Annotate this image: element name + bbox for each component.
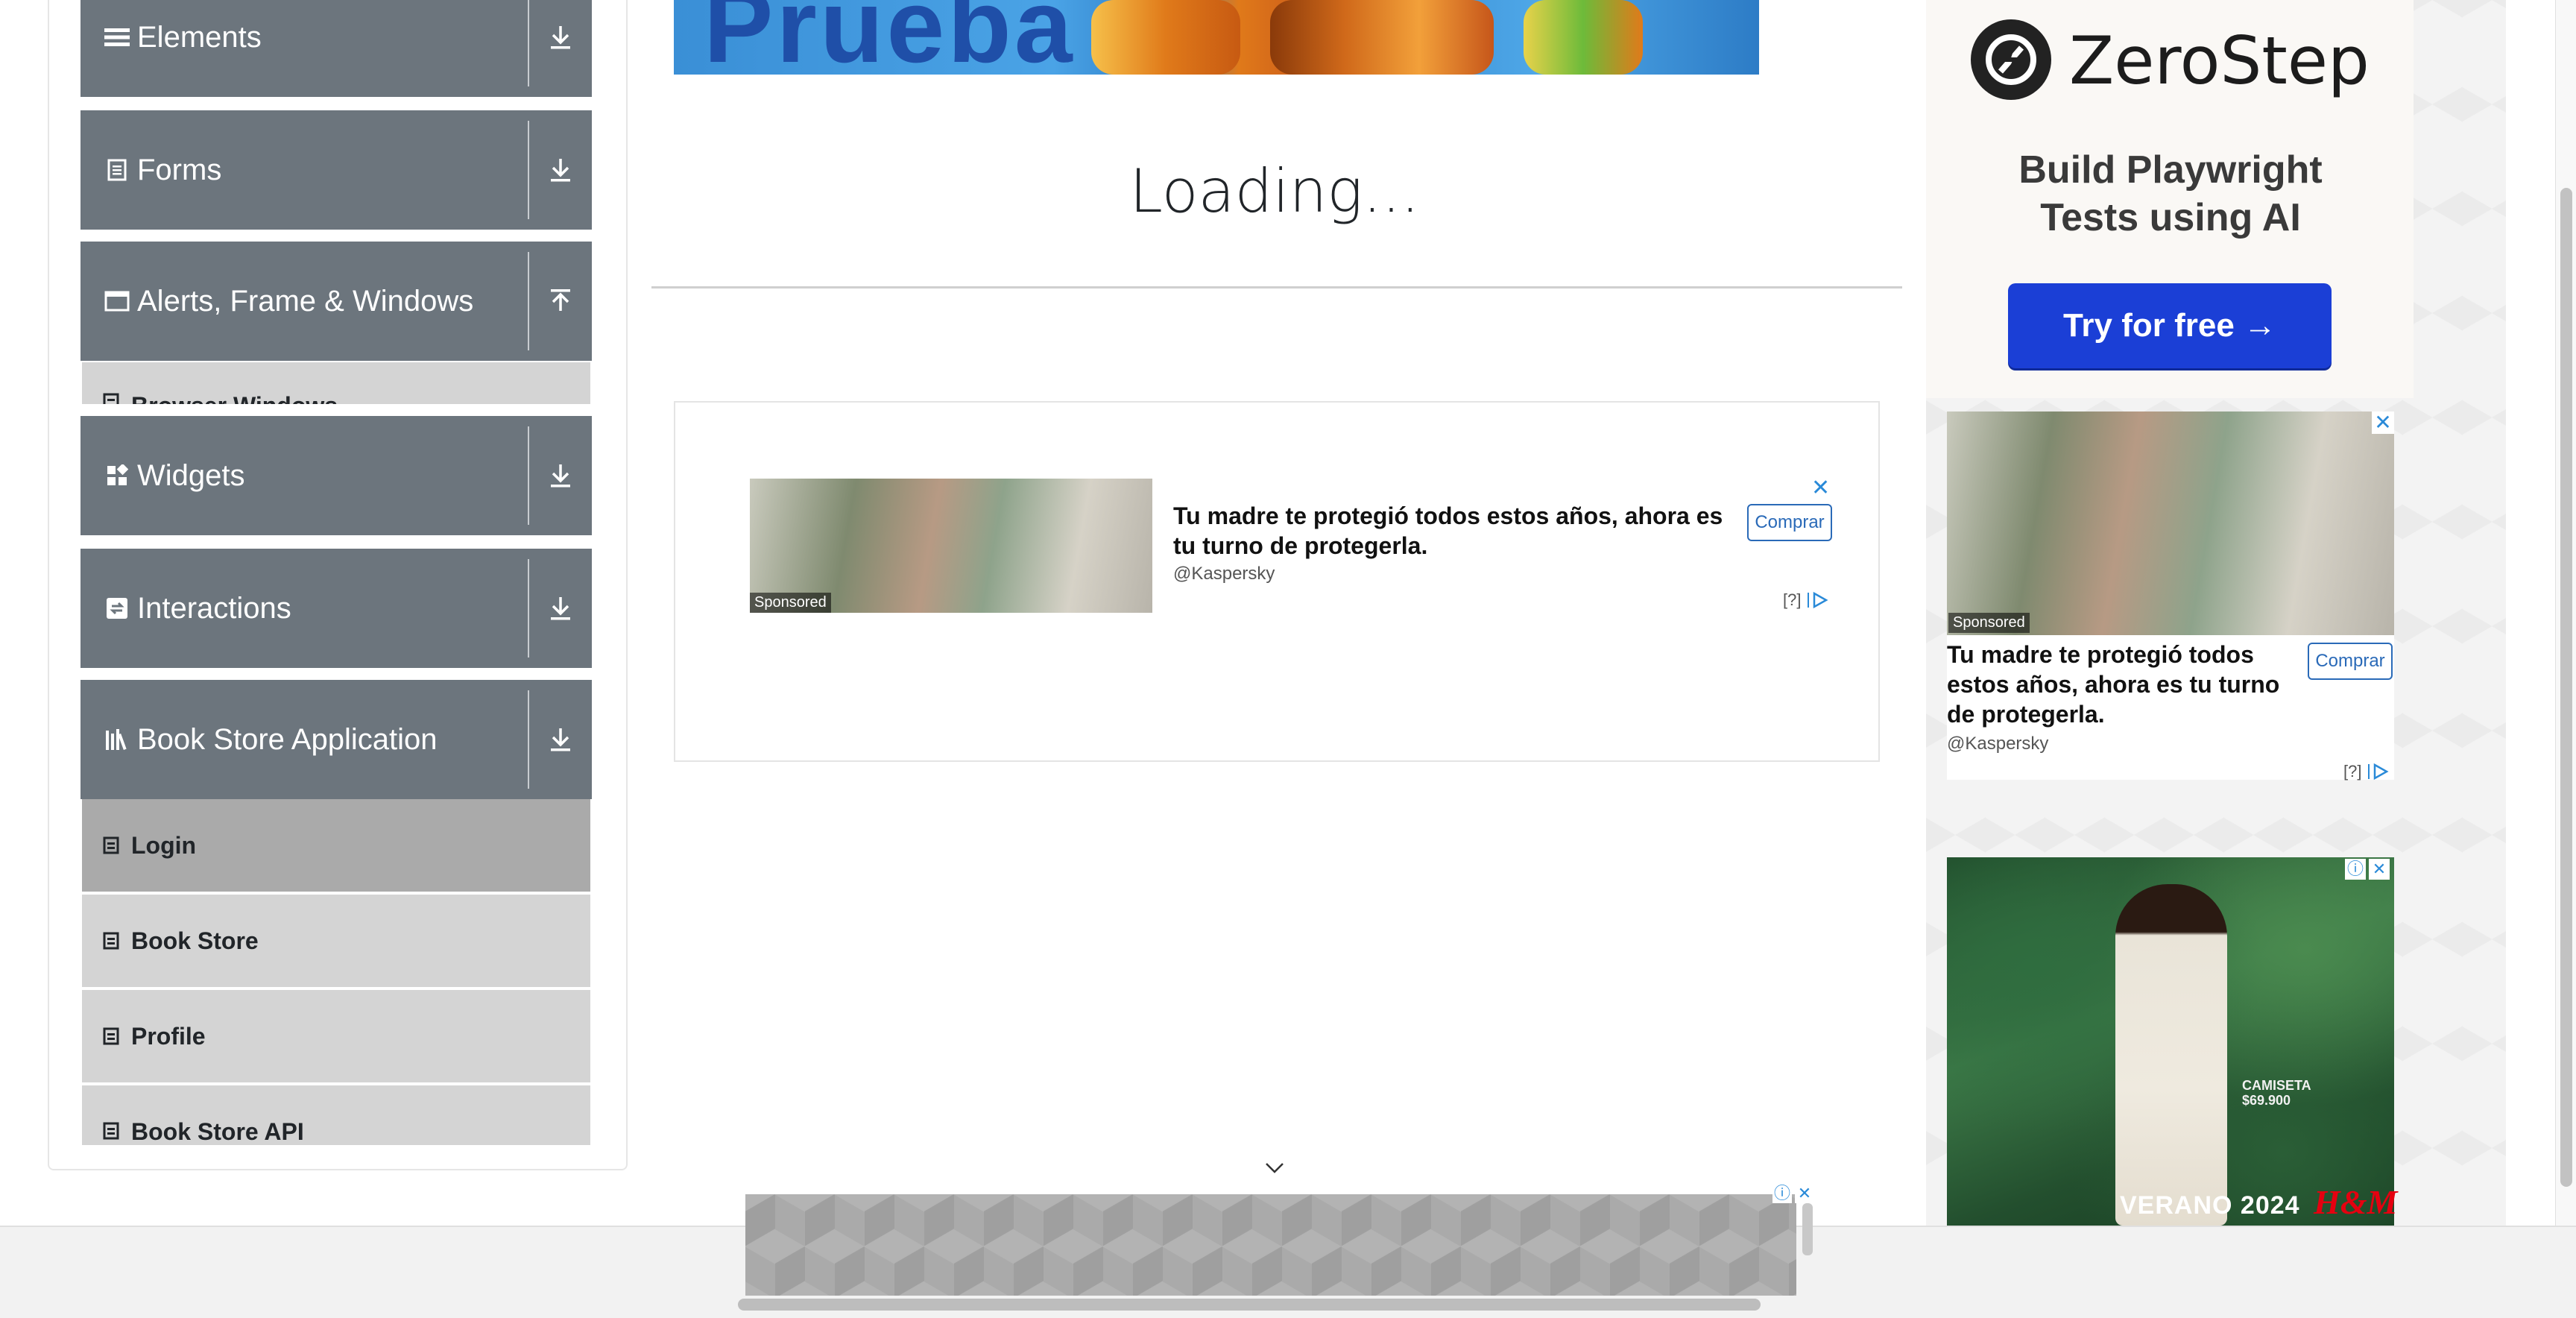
ad-buy-button[interactable]: Comprar [2308, 643, 2393, 680]
group-label: Forms [137, 153, 222, 186]
ad-headline[interactable]: Tu madre te protegió todos estos años, a… [1173, 501, 1725, 561]
hm-price-line: CAMISETA [2242, 1078, 2311, 1093]
menu-item-book-store[interactable]: Book Store [82, 895, 590, 987]
close-icon[interactable]: ✕ [1795, 1184, 1814, 1203]
group-forms[interactable]: Forms [80, 110, 592, 230]
bottle-image [1524, 0, 1643, 75]
down-arrow-icon[interactable] [529, 549, 592, 668]
hm-logo: H&M [2314, 1183, 2398, 1221]
menu-item-label: Browser Windows [131, 392, 338, 404]
bottle-image [1091, 0, 1240, 75]
document-icon [104, 157, 130, 183]
hm-price: CAMISETA $69.900 [2242, 1078, 2311, 1108]
group-widgets[interactable]: Widgets [80, 416, 592, 535]
menu-item-icon [103, 392, 121, 404]
group-label: Elements [137, 20, 262, 54]
ad-image[interactable] [1947, 412, 2394, 635]
zerostep-tagline: Build Playwright Tests using AI [1938, 146, 2403, 242]
zerostep-brand: ZeroStep [2069, 22, 2370, 99]
down-arrow-icon[interactable] [529, 680, 592, 799]
group-label: Interactions [137, 591, 291, 625]
down-arrow-icon[interactable] [529, 0, 592, 97]
page-scrollbar[interactable] [2555, 0, 2576, 1226]
ad-choices[interactable]: [?] [2343, 762, 2390, 781]
menu-item-profile[interactable]: Profile [82, 990, 590, 1082]
menu-item-browser-windows[interactable]: Browser Windows [82, 362, 590, 404]
info-icon[interactable]: ⓘ [2345, 859, 2366, 880]
books-icon [104, 727, 130, 752]
interactions-icon [104, 596, 130, 621]
ad-source: @Kaspersky [1173, 564, 1275, 584]
ad-info-label: [?] [1783, 590, 1802, 609]
group-label: Book Store Application [137, 722, 438, 756]
close-icon[interactable]: ✕ [2372, 412, 2394, 434]
model-figure [2115, 884, 2227, 1226]
group-elements[interactable]: Elements [80, 0, 592, 97]
widgets-icon [104, 463, 130, 488]
menu-item-label: Profile [131, 1022, 206, 1050]
menu-item-label: Book Store [131, 927, 259, 954]
sponsored-label: Sponsored [750, 593, 831, 613]
top-banner-ad[interactable]: Prueba [674, 0, 1759, 75]
adchoices-icon [1808, 591, 1829, 609]
menu-item-login[interactable]: Login [82, 799, 590, 892]
menu-item-icon [103, 1121, 121, 1141]
hamburger-icon [104, 25, 130, 50]
info-icon[interactable]: ⓘ [1772, 1184, 1792, 1203]
content-divider [651, 286, 1902, 288]
menu-item-label: Login [131, 831, 197, 859]
sponsored-label: Sponsored [1948, 613, 2030, 633]
ad-image[interactable]: Sponsored [750, 479, 1152, 613]
loading-text: Loading... [1129, 157, 1420, 226]
ad-info-label: [?] [2343, 762, 2362, 781]
close-icon[interactable]: ✕ [1811, 477, 1830, 499]
group-alerts-frame-windows[interactable]: Alerts, Frame & Windows [80, 242, 592, 361]
up-arrow-icon[interactable] [529, 242, 592, 361]
hm-price-line: $69.900 [2242, 1093, 2291, 1108]
banner-text: Prueba [704, 0, 1076, 75]
zerostep-logo-icon [1971, 19, 2051, 100]
close-icon[interactable]: ✕ [2369, 859, 2390, 880]
group-interactions[interactable]: Interactions [80, 549, 592, 668]
ad-scrollbar[interactable] [1802, 1203, 1813, 1255]
try-for-free-button[interactable]: Try for free → [2008, 283, 2332, 368]
menu-item-book-store-api[interactable]: Book Store API [82, 1085, 590, 1145]
hm-campaign: VERANO 2024 [2120, 1191, 2300, 1220]
menu-item-label: Book Store API [131, 1118, 304, 1145]
bottom-banner-ad[interactable] [745, 1194, 1796, 1296]
bottle-image [1270, 0, 1494, 75]
horizontal-scrollbar[interactable] [738, 1299, 1761, 1311]
zerostep-tagline-line: Tests using AI [2040, 196, 2301, 239]
ad-controls: ⓘ ✕ [1772, 1184, 1814, 1203]
group-label: Widgets [137, 458, 245, 492]
group-book-store-application[interactable]: Book Store Application [80, 680, 592, 799]
ad-controls: ⓘ ✕ [2345, 859, 2390, 880]
ad-source: @Kaspersky [1947, 734, 2049, 754]
ad-buy-button[interactable]: Comprar [1747, 504, 1832, 541]
down-arrow-icon[interactable] [529, 416, 592, 535]
group-label: Alerts, Frame & Windows [137, 284, 474, 318]
down-arrow-icon[interactable] [529, 110, 592, 230]
ad-headline[interactable]: Tu madre te protegió todos estos años, a… [1947, 640, 2290, 729]
menu-item-icon [103, 931, 121, 950]
chevron-down-icon[interactable] [1264, 1157, 1285, 1178]
adchoices-icon [2368, 763, 2390, 781]
window-icon [104, 288, 130, 314]
zerostep-tagline-line: Build Playwright [2018, 148, 2323, 192]
ad-choices[interactable]: [?] [1783, 590, 1829, 610]
menu-item-icon [103, 1027, 121, 1046]
menu-item-icon [103, 836, 121, 855]
scrollbar-thumb[interactable] [2560, 188, 2572, 1187]
